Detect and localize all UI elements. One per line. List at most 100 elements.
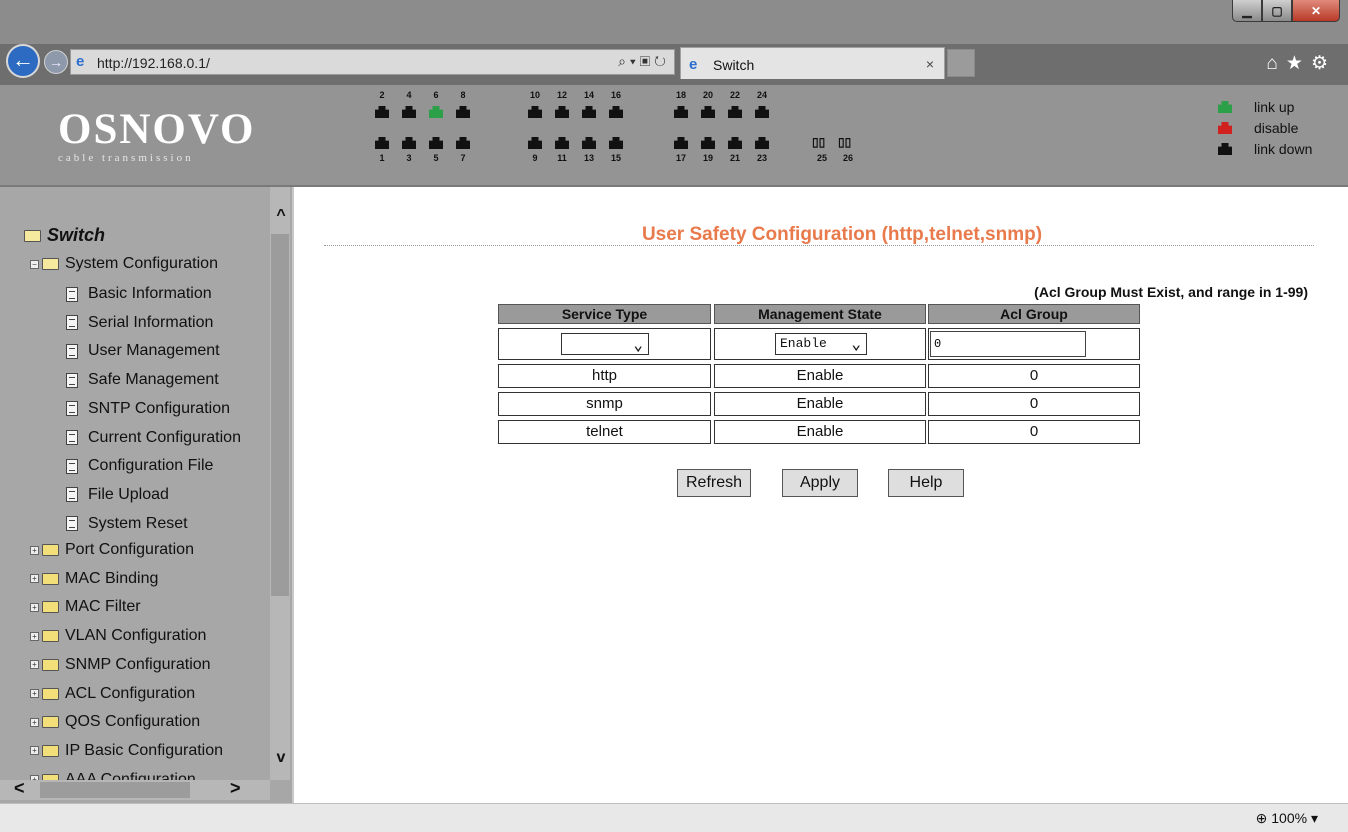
service-type-select[interactable]: ⌄: [561, 333, 649, 355]
port-icon[interactable]: [555, 137, 569, 149]
port-icon[interactable]: [528, 137, 542, 149]
address-url[interactable]: http://192.168.0.1/: [97, 55, 210, 71]
scroll-right-icon[interactable]: >: [230, 778, 241, 799]
scroll-left-icon[interactable]: <: [14, 778, 25, 799]
search-refresh-icon[interactable]: ⌕ ▾ ▣ ↻: [618, 53, 666, 70]
scroll-up-icon[interactable]: ^: [272, 207, 290, 225]
expand-icon[interactable]: +: [30, 660, 39, 670]
port-icon[interactable]: [674, 137, 688, 149]
port-icon[interactable]: [402, 137, 416, 149]
acl-group-input[interactable]: [930, 331, 1086, 357]
sidebar-item-qos-configuration[interactable]: + QOS Configuration: [30, 713, 200, 731]
horizontal-scroll-thumb[interactable]: [40, 782, 190, 798]
sidebar-item-user-management[interactable]: User Management: [66, 342, 220, 360]
sidebar-item-safe-management[interactable]: Safe Management: [66, 371, 219, 389]
home-icon[interactable]: ⌂: [1266, 53, 1285, 74]
port-label: 16: [610, 90, 621, 100]
expand-icon[interactable]: +: [30, 631, 39, 641]
port-label: 7: [460, 153, 466, 163]
expand-icon[interactable]: +: [30, 717, 39, 727]
port-label: 18: [675, 90, 686, 100]
sidebar-item-port-configuration[interactable]: + Port Configuration: [30, 541, 194, 559]
browser-chrome: ▁ ▢ ✕ ← → e http://192.168.0.1/ ⌕ ▾ ▣ ↻ …: [0, 0, 1348, 85]
favorites-icon[interactable]: ★: [1286, 53, 1311, 74]
tab-close-icon[interactable]: ×: [926, 56, 934, 72]
sidebar-item-snmp-configuration[interactable]: + SNMP Configuration: [30, 656, 211, 674]
port-icon[interactable]: [582, 137, 596, 149]
sidebar-item-mac-binding[interactable]: + MAC Binding: [30, 570, 158, 588]
table-cell-state: Enable: [714, 392, 926, 416]
port-icon[interactable]: [701, 137, 715, 149]
sidebar-item-acl-configuration[interactable]: + ACL Configuration: [30, 685, 195, 703]
legend-item: disable: [1218, 120, 1298, 136]
folder-icon: [42, 658, 59, 671]
sfp-port-icon[interactable]: ▯▯: [812, 135, 825, 149]
port-icon[interactable]: [728, 137, 742, 149]
port-icon[interactable]: [402, 106, 416, 118]
port-icon[interactable]: [456, 137, 470, 149]
sidebar-item-file-upload[interactable]: File Upload: [66, 486, 169, 504]
port-icon[interactable]: [555, 106, 569, 118]
back-button[interactable]: ←: [6, 44, 40, 78]
forward-button[interactable]: →: [44, 50, 68, 74]
expand-icon[interactable]: +: [30, 574, 39, 584]
sidebar-item-system-reset[interactable]: System Reset: [66, 515, 188, 533]
sidebar-item-label: Safe Management: [88, 371, 219, 389]
expand-icon[interactable]: +: [30, 689, 39, 698]
sidebar-item-ip-basic-configuration[interactable]: + IP Basic Configuration: [30, 742, 223, 760]
maximize-button[interactable]: ▢: [1262, 0, 1292, 22]
sidebar-item-sntp-configuration[interactable]: SNTP Configuration: [66, 400, 230, 418]
address-bar[interactable]: e http://192.168.0.1/ ⌕ ▾ ▣ ↻: [70, 49, 675, 75]
sidebar-item-configuration-file[interactable]: Configuration File: [66, 457, 213, 475]
port-icon[interactable]: [456, 106, 470, 118]
port-icon[interactable]: [429, 106, 443, 118]
port-icon[interactable]: [375, 137, 389, 149]
port-icon[interactable]: [755, 137, 769, 149]
port-label: 4: [406, 90, 412, 100]
vertical-scroll-thumb[interactable]: [271, 234, 289, 596]
new-tab-button[interactable]: [947, 49, 975, 77]
port-icon[interactable]: [609, 106, 623, 118]
sfp-port-icon[interactable]: ▯▯: [838, 135, 851, 149]
apply-button[interactable]: Apply: [782, 469, 858, 497]
ie-icon: e: [689, 56, 698, 73]
port-icon[interactable]: [528, 106, 542, 118]
table-cell-service: http: [498, 364, 711, 388]
tab-switch[interactable]: e Switch ×: [680, 47, 945, 79]
sidebar-item-system-configuration[interactable]: − System Configuration: [30, 255, 218, 273]
expand-icon[interactable]: +: [30, 746, 39, 756]
close-window-button[interactable]: ✕: [1292, 0, 1340, 22]
port-icon[interactable]: [609, 137, 623, 149]
document-icon: [66, 315, 78, 331]
minimize-button[interactable]: ▁: [1232, 0, 1262, 22]
port-icon[interactable]: [429, 137, 443, 149]
port-icon[interactable]: [728, 106, 742, 118]
port-icon[interactable]: [701, 106, 715, 118]
scroll-down-icon[interactable]: v: [272, 749, 290, 767]
sidebar-item-label: MAC Filter: [65, 598, 141, 616]
port-label: 13: [583, 153, 594, 163]
gear-icon[interactable]: ⚙: [1311, 53, 1336, 74]
table-cell-acl: 0: [928, 364, 1140, 388]
refresh-button[interactable]: Refresh: [677, 469, 751, 497]
table-cell-acl: 0: [928, 420, 1140, 444]
expand-icon[interactable]: +: [30, 602, 39, 612]
sidebar-item-vlan-configuration[interactable]: + VLAN Configuration: [30, 627, 206, 645]
chevron-down-icon: ⌄: [851, 336, 861, 354]
port-icon[interactable]: [755, 106, 769, 118]
port-label: 2: [379, 90, 385, 100]
port-icon[interactable]: [375, 106, 389, 118]
sidebar-item-basic-information[interactable]: Basic Information: [66, 285, 212, 303]
help-button[interactable]: Help: [888, 469, 964, 497]
folder-icon: [42, 716, 59, 729]
sidebar-item-mac-filter[interactable]: + MAC Filter: [30, 598, 141, 616]
sidebar-item-current-configuration[interactable]: Current Configuration: [66, 429, 241, 447]
collapse-icon[interactable]: −: [30, 259, 39, 269]
zoom-control[interactable]: ⊕ 100% ▾: [1256, 810, 1318, 827]
expand-icon[interactable]: +: [30, 545, 39, 555]
sidebar-item-serial-information[interactable]: Serial Information: [66, 314, 213, 332]
management-state-select[interactable]: Enable ⌄: [775, 333, 867, 355]
port-icon[interactable]: [582, 106, 596, 118]
port-icon[interactable]: [674, 106, 688, 118]
tree-root-switch[interactable]: Switch: [24, 225, 105, 246]
